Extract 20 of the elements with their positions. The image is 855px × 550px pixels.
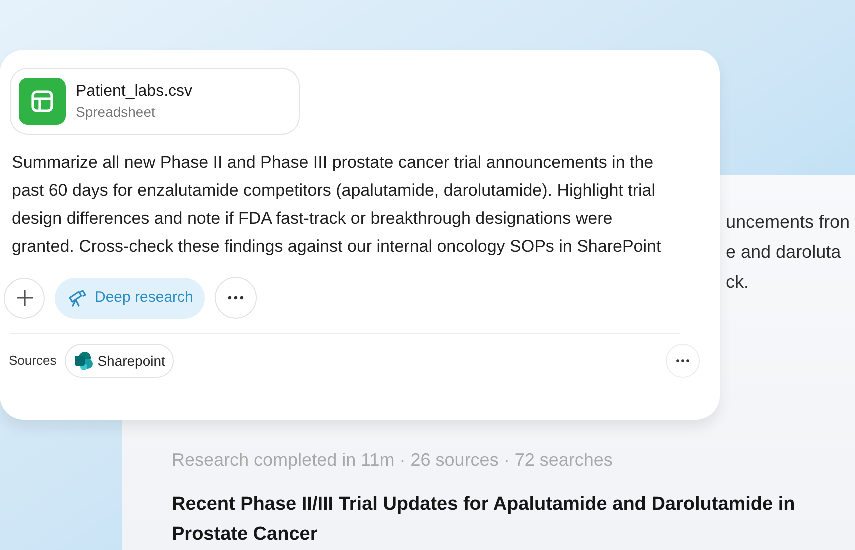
more-button[interactable] <box>215 277 258 319</box>
attachment-chip[interactable]: Patient_labs.csv Spreadsheet <box>10 68 300 135</box>
sources-label: Sources <box>9 352 57 370</box>
file-type: Spreadsheet <box>76 102 156 122</box>
file-name: Patient_labs.csv <box>76 82 193 102</box>
research-status: Research completed in 11m · 26 sources · 72 searches <box>172 449 614 472</box>
spreadsheet-icon <box>19 78 66 125</box>
sharepoint-icon <box>74 351 94 371</box>
prompt-text[interactable]: Summarize all new Phase II and Phase III prostate cancer trial announcements in the past 60 days for enzalutamide competitors (apalutamide, darolutamide). Highlight trial design differences and note if FDA fast-track or breakthrough designations were granted. Cross-check these findings against our internal oncology SOPs in SharePoint <box>12 149 667 261</box>
more-button[interactable] <box>666 344 700 378</box>
add-button[interactable] <box>4 278 45 318</box>
more-icon <box>228 296 244 300</box>
text-line: e and daroluta <box>726 242 842 263</box>
telescope-icon <box>67 288 87 308</box>
text-line: uncements fron <box>726 212 850 233</box>
more-icon <box>676 359 690 363</box>
report-title: Recent Phase II/III Trial Updates for Apalutamide and Darolutamide in Prostate Cancer <box>172 493 796 547</box>
plus-icon <box>16 289 34 307</box>
source-chip[interactable]: Sharepoint <box>64 344 174 378</box>
text-line: ck. <box>726 272 750 293</box>
